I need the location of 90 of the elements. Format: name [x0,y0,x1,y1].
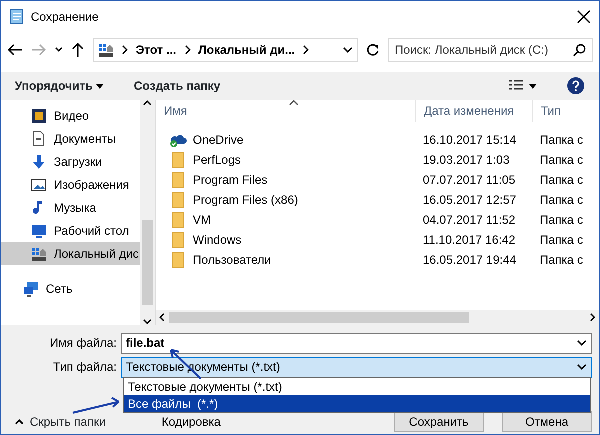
field-label: Тип файла: [52,359,118,376]
sidebar-item[interactable]: Локальный дис [1,242,140,265]
help-icon[interactable] [567,77,585,95]
document-icon [31,130,47,146]
caret-icon [96,84,104,88]
column-header[interactable]: Дата изменения [415,100,532,122]
file-name[interactable]: PerfLogs [193,151,242,169]
field-label: Имя файла: [49,335,118,352]
chevron-icon [184,45,190,55]
dialog-button[interactable]: Сохранить [394,411,484,432]
sidebar-item[interactable]: Рабочий стол [1,219,140,242]
sort-caret-icon [289,100,299,106]
folder-icon [170,212,187,228]
caret-icon[interactable] [529,84,537,88]
download-icon [31,154,47,170]
picture-icon [31,176,47,192]
type-cell-text: Папка с [539,252,584,269]
chevron-icon [303,45,310,55]
horizontal-scrollbar[interactable] [156,310,599,325]
sidebar-item[interactable]: Сеть [1,277,140,300]
file-name[interactable]: VM [193,211,211,229]
file-name-field[interactable]: file.bat [121,332,592,354]
type-cell-text: Папка с [539,232,584,249]
scroll-right-icon[interactable] [590,313,596,322]
folder-icon [170,252,187,268]
dropdown-caret-icon [577,364,587,370]
type-cell-text: Папка с [539,192,584,209]
file-name[interactable]: OneDrive [193,131,244,149]
sidebar-item[interactable]: Изображения [1,173,140,196]
date-cell-text: 16.05.2017 19:44 [422,252,518,269]
encoding-label: Кодировка [162,414,221,430]
column-header[interactable]: Имя [156,100,415,122]
folder-icon [170,232,187,248]
scroll-down-icon[interactable] [143,319,152,325]
type-cell-text: Папка с [539,212,584,229]
search-placeholder: Поиск: Локальный диск (C:) [395,42,548,59]
scrollbar-thumb[interactable] [142,220,153,305]
folder-icon [170,192,187,208]
column-header[interactable]: Тип [532,100,599,122]
type-cell-text: Папка с [539,152,584,169]
monitor-icon [31,222,47,238]
caret-up-icon [15,418,24,424]
scroll-up-icon[interactable] [143,100,152,106]
dropdown-caret-icon [577,340,587,346]
hide-folders-button[interactable]: Скрыть папки [15,412,106,430]
sidebar-item[interactable]: Музыка [1,196,140,219]
chevron-icon [122,45,128,55]
folder-icon [170,172,187,188]
scrollbar-thumb[interactable] [169,312,469,323]
date-cell-text: 19.03.2017 1:03 [422,152,511,169]
close-icon[interactable] [577,10,591,24]
date-cell-text: 04.07.2017 11:52 [422,212,517,229]
file-name[interactable]: Windows [193,231,242,249]
sidebar-item[interactable]: Документы [1,127,140,150]
file-name[interactable]: Program Files (x86) [193,191,298,209]
annotation-arrow [72,397,120,414]
view-list-icon[interactable] [509,80,523,92]
search-icon [573,44,586,56]
folder-icon [170,152,187,168]
file-name[interactable]: Program Files [193,171,268,189]
scroll-left-icon[interactable] [159,313,165,322]
network-icon [23,280,39,296]
film-icon [31,108,47,124]
drive-icon [31,246,47,262]
back-arrow-icon[interactable] [7,43,23,57]
dropdown-caret-icon[interactable] [343,47,353,53]
new-folder-button[interactable]: Создать папку [134,77,221,95]
refresh-icon[interactable] [366,43,380,57]
dropdown-option[interactable]: Текстовые документы (*.txt) [124,378,590,395]
notepad-icon [9,9,25,25]
breadcrumb[interactable]: Локальный ди... [198,41,296,59]
address-bar[interactable]: Этот ... Локальный ди... [93,38,358,62]
dropdown-caret-icon[interactable] [55,47,63,53]
search-field[interactable]: Поиск: Локальный диск (C:) [388,38,593,62]
dialog-button[interactable]: Отмена [502,411,592,432]
breadcrumb[interactable]: Этот ... [136,41,176,59]
date-cell-text: 11.10.2017 16:42 [422,232,517,249]
type-cell-text: Папка с [539,172,584,189]
sidebar-item[interactable]: Видео [1,104,140,127]
window-title: Сохранение [31,9,100,26]
dropdown-option[interactable]: Все файлы (*.*) [124,395,590,412]
date-cell-text: 16.10.2017 15:14 [422,132,518,149]
sidebar-item[interactable]: Загрузки [1,150,140,173]
file-name[interactable]: Пользователи [193,251,272,269]
organize-button[interactable]: Упорядочить [15,77,104,95]
date-cell-text: 16.05.2017 12:57 [422,192,518,209]
type-cell-text: Папка с [539,132,584,149]
drive-icon [98,42,114,58]
up-arrow-icon[interactable] [71,42,85,58]
date-cell-text: 07.07.2017 11:05 [422,172,517,189]
